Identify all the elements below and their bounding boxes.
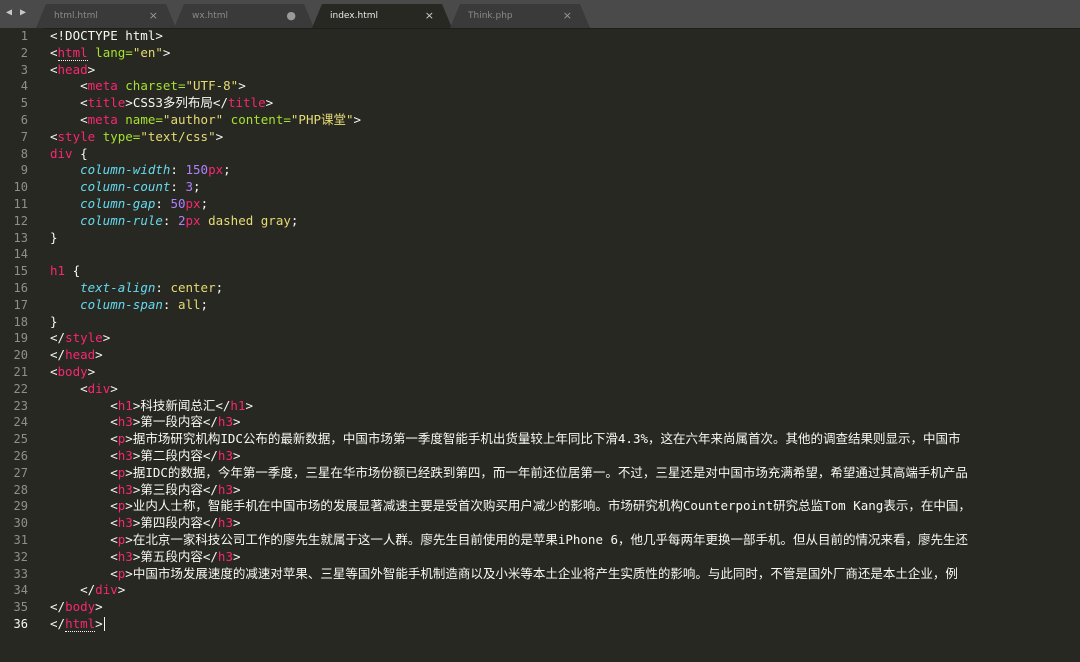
code-line: column-gap: 50px; (80, 195, 209, 211)
line-number: 19 (13, 331, 28, 346)
line-number: 35 (13, 600, 28, 615)
code-line: column-rule: 2px dashed gray; (80, 212, 299, 228)
code-line: <h3>第二段内容</h3> (110, 447, 241, 463)
code-line: </head> (50, 347, 103, 363)
code-line: <p>在北京一家科技公司工作的廖先生就属于这一人群。廖先生目前使用的是苹果iPh… (110, 531, 969, 547)
code-line: <head> (50, 61, 96, 77)
line-number: 5 (20, 96, 28, 111)
code-line: <h3>第三段内容</h3> (110, 481, 241, 497)
line-number: 25 (13, 432, 28, 447)
tab-wx-html[interactable]: wx.html ● (174, 4, 314, 28)
line-number: 10 (13, 180, 28, 195)
tab-bar: ◀ ▶ html.html × wx.html ● index.html × T… (0, 0, 1080, 29)
tab-think-php[interactable]: Think.php × (450, 4, 590, 28)
tab-label: wx.html (192, 11, 229, 21)
line-number: 13 (13, 230, 28, 245)
line-number: 21 (13, 364, 28, 379)
code-line: div { (50, 145, 88, 161)
tab-label: index.html (330, 11, 378, 21)
code-line: column-count: 3; (80, 179, 201, 195)
code-line: <html lang="en"> (50, 44, 171, 61)
text-cursor (103, 617, 105, 632)
code-line: </style> (50, 330, 111, 346)
code-line: } (50, 313, 58, 329)
close-icon[interactable]: × (149, 4, 158, 28)
close-icon[interactable]: × (563, 4, 572, 28)
code-line: } (50, 229, 58, 245)
line-number: 15 (13, 264, 28, 279)
code-line: <h3>第五段内容</h3> (110, 548, 241, 564)
line-number: 11 (13, 196, 28, 211)
line-number: 20 (13, 348, 28, 363)
tab-html-html[interactable]: html.html × (36, 4, 176, 28)
line-number: 29 (13, 499, 28, 514)
code-line: column-width: 150px; (80, 162, 231, 178)
line-number: 22 (13, 381, 28, 396)
line-number: 24 (13, 415, 28, 430)
code-line: <title>CSS3多列布局</title> (80, 95, 274, 111)
code-line: <div> (80, 380, 118, 396)
code-line: <p>业内人士称，智能手机在中国市场的发展显著减速主要是受首次购买用户减少的影响… (110, 498, 971, 514)
code-line: <body> (50, 363, 96, 379)
line-number: 6 (20, 112, 28, 127)
tab-label: html.html (54, 11, 98, 21)
code-line: column-span: all; (80, 296, 209, 312)
line-number-gutter: 1 2 3 4 5 6 7 8 9 10 11 12 13 14 15 16 17 18 19 20 21 22 23 24 2… (0, 28, 44, 662)
code-line: <h1>科技新闻总汇</h1> (110, 397, 254, 413)
line-number: 28 (13, 482, 28, 497)
tab-nav-arrows[interactable]: ◀ ▶ (6, 6, 28, 20)
code-line: <h3>第四段内容</h3> (110, 515, 241, 531)
line-number: 34 (13, 583, 28, 598)
code-line: h1 { (50, 263, 81, 279)
line-number: 3 (20, 62, 28, 77)
line-number: 26 (13, 448, 28, 463)
code-line: <!DOCTYPE html> (50, 28, 163, 43)
line-number: 17 (13, 297, 28, 312)
line-number: 4 (20, 79, 28, 94)
code-line: text-align: center; (80, 279, 224, 295)
unsaved-dot-icon[interactable]: ● (286, 4, 296, 28)
line-number: 33 (13, 566, 28, 581)
line-number: 12 (13, 213, 28, 228)
code-line: <p>中国市场发展速度的减速对苹果、三星等国外智能手机制造商以及小米等本土企业将… (110, 565, 958, 581)
line-number: 32 (13, 549, 28, 564)
line-number: 14 (13, 247, 28, 262)
code-line: <style type="text/css"> (50, 128, 224, 144)
line-number: 30 (13, 516, 28, 531)
code-line: <p>据市场研究机构IDC公布的最新数据，中国市场第一季度智能手机出货量较上年同… (110, 431, 961, 447)
line-number: 18 (13, 314, 28, 329)
line-number: 36 (13, 616, 28, 631)
code-line: </body> (50, 599, 103, 615)
code-line: </html> (50, 615, 105, 632)
tab-index-html[interactable]: index.html × (312, 4, 452, 28)
line-number: 8 (20, 146, 28, 161)
tab-label: Think.php (468, 11, 513, 21)
close-icon[interactable]: × (425, 4, 434, 28)
line-number: 23 (13, 398, 28, 413)
line-number: 1 (20, 29, 28, 43)
line-number: 27 (13, 465, 28, 480)
code-editor[interactable]: <!DOCTYPE html> <html lang="en"> <head> … (50, 28, 1080, 662)
line-number: 16 (13, 280, 28, 295)
line-number: 7 (20, 129, 28, 144)
code-line: </div> (80, 582, 126, 598)
code-line: <p>据IDC的数据，今年第一季度，三星在华市场份额已经跌到第四，而一年前还位居… (110, 464, 968, 480)
code-line: <meta charset="UTF-8"> (80, 78, 246, 94)
code-line: <meta name="author" content="PHP课堂"> (80, 111, 362, 127)
line-number: 9 (20, 163, 28, 178)
line-number: 2 (20, 45, 28, 60)
code-line: <h3>第一段内容</h3> (110, 414, 241, 430)
line-number: 31 (13, 532, 28, 547)
